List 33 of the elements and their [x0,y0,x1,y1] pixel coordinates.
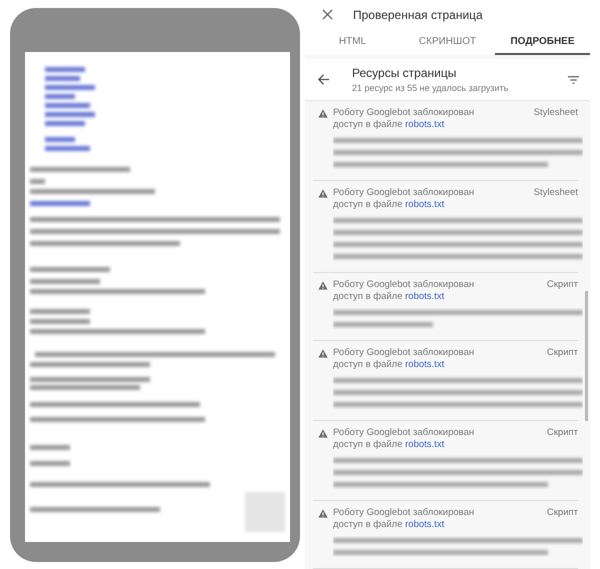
robots-link[interactable]: robots.txt [405,291,444,302]
robots-link[interactable]: robots.txt [405,119,444,130]
warning-icon [318,189,328,198]
error-message: Роботу Googlebot заблокирован доступ в файле robots.txt [333,187,476,211]
error-message: Роботу Googlebot заблокирован доступ в файле robots.txt [333,427,476,451]
panel-title: Проверенная страница [353,8,483,22]
filter-icon[interactable] [567,74,580,84]
warning-icon [318,429,328,438]
resource-type: Скрипт [546,507,578,518]
warning-icon [318,109,328,118]
tab[interactable]: HTML [305,29,400,55]
warning-icon [318,509,328,518]
resource-type: Скрипт [546,427,578,438]
close-icon[interactable] [322,9,333,20]
resource-type: Stylesheet [534,107,578,118]
scrollbar-thumb[interactable] [585,291,588,421]
robots-link[interactable]: robots.txt [405,519,444,530]
error-message: Роботу Googlebot заблокирован доступ в файле robots.txt [333,107,476,131]
resources-subtitle: 21 ресурс из 55 не удалось загрузить [352,83,510,93]
resource-type: Скрипт [546,279,578,290]
robots-link[interactable]: robots.txt [405,439,444,450]
robots-link[interactable]: robots.txt [405,359,444,370]
tab[interactable]: СКРИНШОТ [400,29,495,55]
robots-link[interactable]: robots.txt [405,199,444,210]
resources-title: Ресурсы страницы [352,66,458,80]
error-message: Роботу Googlebot заблокирован доступ в файле robots.txt [333,279,476,303]
warning-icon [318,281,328,290]
error-message: Роботу Googlebot заблокирован доступ в файле robots.txt [333,507,476,531]
resource-type: Stylesheet [534,187,578,198]
back-icon[interactable] [317,73,330,86]
warning-icon [318,349,328,358]
error-message: Роботу Googlebot заблокирован доступ в файле robots.txt [333,347,476,371]
resource-type: Скрипт [546,347,578,358]
